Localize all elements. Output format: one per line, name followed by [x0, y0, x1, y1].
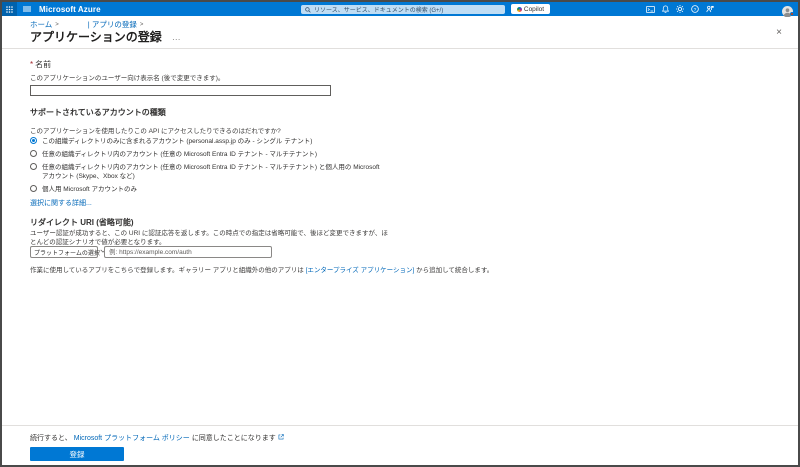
radio-icon [30, 163, 37, 170]
external-link-icon [278, 434, 284, 442]
search-placeholder: リソース、サービス、ドキュメントの検索 (G+/) [314, 5, 443, 14]
settings-gear-icon[interactable] [676, 5, 684, 13]
register-button[interactable]: 登録 [30, 447, 124, 461]
enterprise-apps-note: 作業に使用しているアプリをこちらで登録します。ギャラリー アプリと組織外の他のア… [30, 264, 493, 274]
radio-personal-only[interactable]: 個人用 Microsoft アカウントのみ [30, 185, 382, 194]
copilot-icon [517, 7, 522, 12]
redirect-section-title: リダイレクト URI (省略可能) [30, 217, 134, 228]
ellipsis-icon[interactable]: … [172, 32, 181, 42]
radio-icon [30, 185, 37, 192]
hamburger-menu-icon[interactable] [23, 6, 31, 12]
radio-single-tenant[interactable]: この組織ディレクトリのみに含まれるアカウント (personal.assp.jp… [30, 137, 382, 146]
global-search-input[interactable]: リソース、サービス、ドキュメントの検索 (G+/) [301, 5, 505, 14]
account-type-radio-group: この組織ディレクトリのみに含まれるアカウント (personal.assp.jp… [30, 137, 382, 198]
policy-note: 続行すると、Microsoft プラットフォーム ポリシーに同意したことになりま… [30, 433, 284, 443]
selection-details-link[interactable]: 選択に関する詳細... [30, 198, 92, 208]
radio-selected-icon [30, 137, 37, 144]
name-help-text: このアプリケーションのユーザー向け表示名 (後で変更できます)。 [30, 72, 224, 82]
cloud-shell-icon[interactable] [646, 6, 655, 13]
breadcrumb-separator: > [140, 22, 144, 28]
enterprise-applications-link[interactable]: [エンタープライズ アプリケーション] [306, 267, 415, 274]
name-label: *名前 [30, 59, 51, 70]
brand-title: Microsoft Azure [39, 5, 101, 14]
copilot-button[interactable]: Copilot [511, 4, 550, 14]
page-title: アプリケーションの登録 [30, 28, 162, 45]
required-asterisk: * [30, 60, 33, 69]
search-icon [305, 0, 311, 18]
avatar[interactable] [782, 4, 793, 15]
redirect-description: ユーザー認証が成功すると、この URI に認証応答を返します。この時点での指定は… [30, 230, 392, 247]
radio-icon [30, 150, 37, 157]
radio-multitenant[interactable]: 任意の組織ディレクトリ内のアカウント (任意の Microsoft Entra … [30, 150, 382, 159]
waffle-menu-icon[interactable] [2, 2, 17, 16]
redirect-uri-controls: プラットフォームの選択 [30, 246, 272, 258]
header-divider [2, 48, 798, 49]
radio-multitenant-personal[interactable]: 任意の組織ディレクトリ内のアカウント (任意の Microsoft Entra … [30, 163, 382, 181]
top-bar: Microsoft Azure リソース、サービス、ドキュメントの検索 (G+/… [2, 2, 798, 16]
azure-portal-window: Microsoft Azure リソース、サービス、ドキュメントの検索 (G+/… [0, 0, 800, 467]
platform-select-dropdown[interactable]: プラットフォームの選択 [30, 246, 98, 258]
svg-text:?: ? [694, 7, 697, 13]
breadcrumb-separator: > [55, 22, 59, 28]
notifications-bell-icon[interactable] [662, 5, 669, 13]
presence-dot [790, 12, 794, 16]
help-icon[interactable]: ? [691, 5, 699, 13]
footer-divider [2, 425, 798, 426]
accounts-question: このアプリケーションを使用したりこの API にアクセスしたりできるのはだれです… [30, 125, 281, 135]
page-header: アプリケーションの登録 … [30, 28, 181, 45]
close-icon[interactable]: × [776, 28, 782, 38]
topbar-icon-group: ? [646, 2, 714, 16]
redirect-uri-input[interactable] [104, 246, 272, 258]
platform-policies-link[interactable]: Microsoft プラットフォーム ポリシー [74, 433, 190, 443]
feedback-icon[interactable] [706, 5, 714, 13]
accounts-section-title: サポートされているアカウントの種類 [30, 107, 166, 118]
application-name-input[interactable] [30, 85, 331, 96]
